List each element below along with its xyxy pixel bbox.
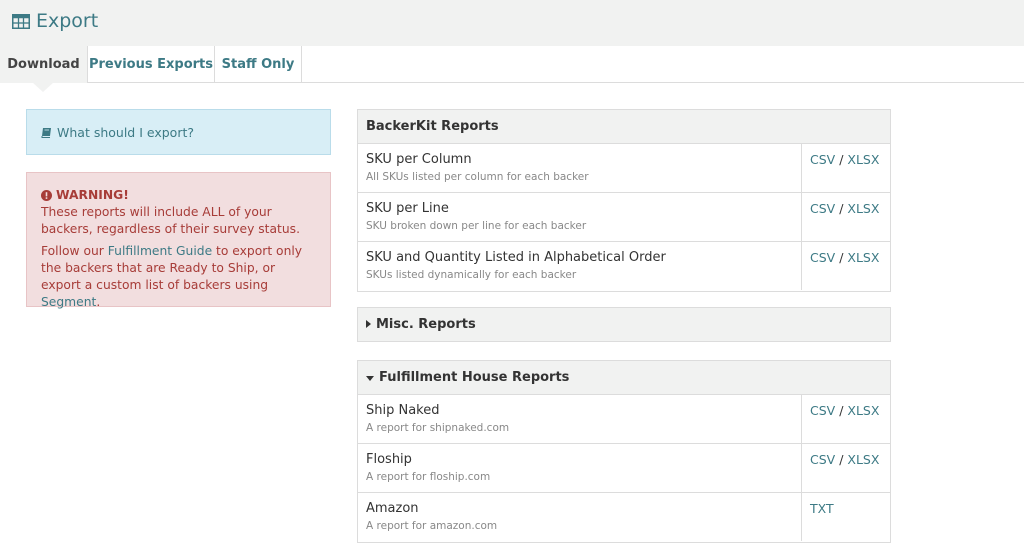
segment-link[interactable]: Segment: [41, 295, 96, 309]
misc-reports-header[interactable]: Misc. Reports: [358, 308, 890, 341]
xlsx-link[interactable]: XLSX: [847, 403, 879, 418]
csv-link[interactable]: CSV: [810, 403, 835, 418]
tab-previous-exports[interactable]: Previous Exports: [88, 46, 215, 83]
link-separator: /: [835, 452, 848, 467]
warning-text-after: .: [96, 295, 101, 309]
tab-download[interactable]: Download: [0, 46, 88, 83]
misc-reports-title: Misc. Reports: [376, 317, 476, 332]
report-name: SKU and Quantity Listed in Alphabetical …: [366, 250, 666, 265]
report-row: SKU and Quantity Listed in Alphabetical …: [358, 242, 890, 291]
warning-box: WARNING! These reports will include ALL …: [26, 172, 331, 309]
caret-right-icon: [366, 317, 371, 332]
table-icon: [12, 13, 30, 29]
info-text: What should I export?: [57, 124, 194, 140]
tab-bar: Download Previous Exports Staff Only: [0, 46, 1024, 83]
link-separator: /: [835, 152, 848, 167]
caret-down-icon: [366, 370, 374, 385]
report-row: SKU per Line SKU broken down per line fo…: [358, 193, 890, 242]
what-to-export-link[interactable]: What should I export?: [26, 109, 331, 155]
tab-staff-only[interactable]: Staff Only: [215, 46, 302, 83]
warning-title: WARNING!: [41, 187, 318, 204]
fulfillment-reports-title: Fulfillment House Reports: [379, 370, 570, 385]
report-row: Ship Naked A report for shipnaked.com CS…: [358, 395, 890, 444]
report-description: SKUs listed dynamically for each backer: [366, 269, 577, 281]
report-description: All SKUs listed per column for each back…: [366, 171, 589, 183]
backerkit-reports-header: BackerKit Reports: [358, 110, 890, 144]
report-links: CSV / XLSX: [801, 444, 891, 492]
fulfillment-reports-header[interactable]: Fulfillment House Reports: [358, 361, 890, 395]
report-links: CSV / XLSX: [801, 193, 891, 241]
warning-text-1: These reports will include ALL of your b…: [41, 205, 300, 236]
report-row: Floship A report for floship.com CSV / X…: [358, 444, 890, 493]
csv-link[interactable]: CSV: [810, 452, 835, 467]
page-header: Export: [0, 0, 1024, 46]
report-description: A report for shipnaked.com: [366, 422, 510, 434]
warning-title-text: WARNING!: [56, 188, 129, 202]
page-title-text: Export: [36, 10, 99, 32]
report-row: Amazon A report for amazon.com TXT: [358, 493, 890, 542]
xlsx-link[interactable]: XLSX: [847, 452, 879, 467]
report-description: A report for amazon.com: [366, 520, 498, 532]
xlsx-link[interactable]: XLSX: [847, 152, 879, 167]
csv-link[interactable]: CSV: [810, 201, 835, 216]
link-separator: /: [835, 250, 848, 265]
misc-reports-panel[interactable]: Misc. Reports: [357, 307, 891, 342]
report-links: CSV / XLSX: [801, 395, 891, 443]
xlsx-link[interactable]: XLSX: [847, 201, 879, 216]
report-links: TXT: [801, 493, 891, 541]
fulfillment-reports-panel: Fulfillment House Reports Ship Naked A r…: [357, 360, 891, 543]
report-name: Amazon: [366, 501, 419, 516]
report-links: CSV / XLSX: [801, 144, 891, 192]
report-name: Ship Naked: [366, 403, 440, 418]
report-description: A report for floship.com: [366, 471, 491, 483]
fulfillment-guide-link[interactable]: Fulfillment Guide: [108, 244, 212, 258]
csv-link[interactable]: CSV: [810, 152, 835, 167]
backerkit-reports-panel: BackerKit Reports SKU per Column All SKU…: [357, 109, 891, 292]
exclamation-circle-icon: [41, 190, 52, 201]
link-separator: /: [835, 201, 848, 216]
link-separator: /: [835, 403, 848, 418]
report-description: SKU broken down per line for each backer: [366, 220, 587, 232]
active-tab-indicator: [32, 82, 54, 92]
csv-link[interactable]: CSV: [810, 250, 835, 265]
report-name: Floship: [366, 452, 412, 467]
report-name: SKU per Line: [366, 201, 449, 216]
report-links: CSV / XLSX: [801, 242, 891, 290]
report-row: SKU per Column All SKUs listed per colum…: [358, 144, 890, 193]
xlsx-link[interactable]: XLSX: [847, 250, 879, 265]
page-title: Export: [12, 10, 98, 32]
warning-text-before: Follow our: [41, 244, 108, 258]
warning-text-2: Follow our Fulfillment Guide to export o…: [41, 243, 318, 311]
backerkit-reports-title: BackerKit Reports: [366, 119, 499, 134]
report-name: SKU per Column: [366, 152, 472, 167]
txt-link[interactable]: TXT: [810, 501, 834, 516]
book-icon: [41, 127, 51, 138]
